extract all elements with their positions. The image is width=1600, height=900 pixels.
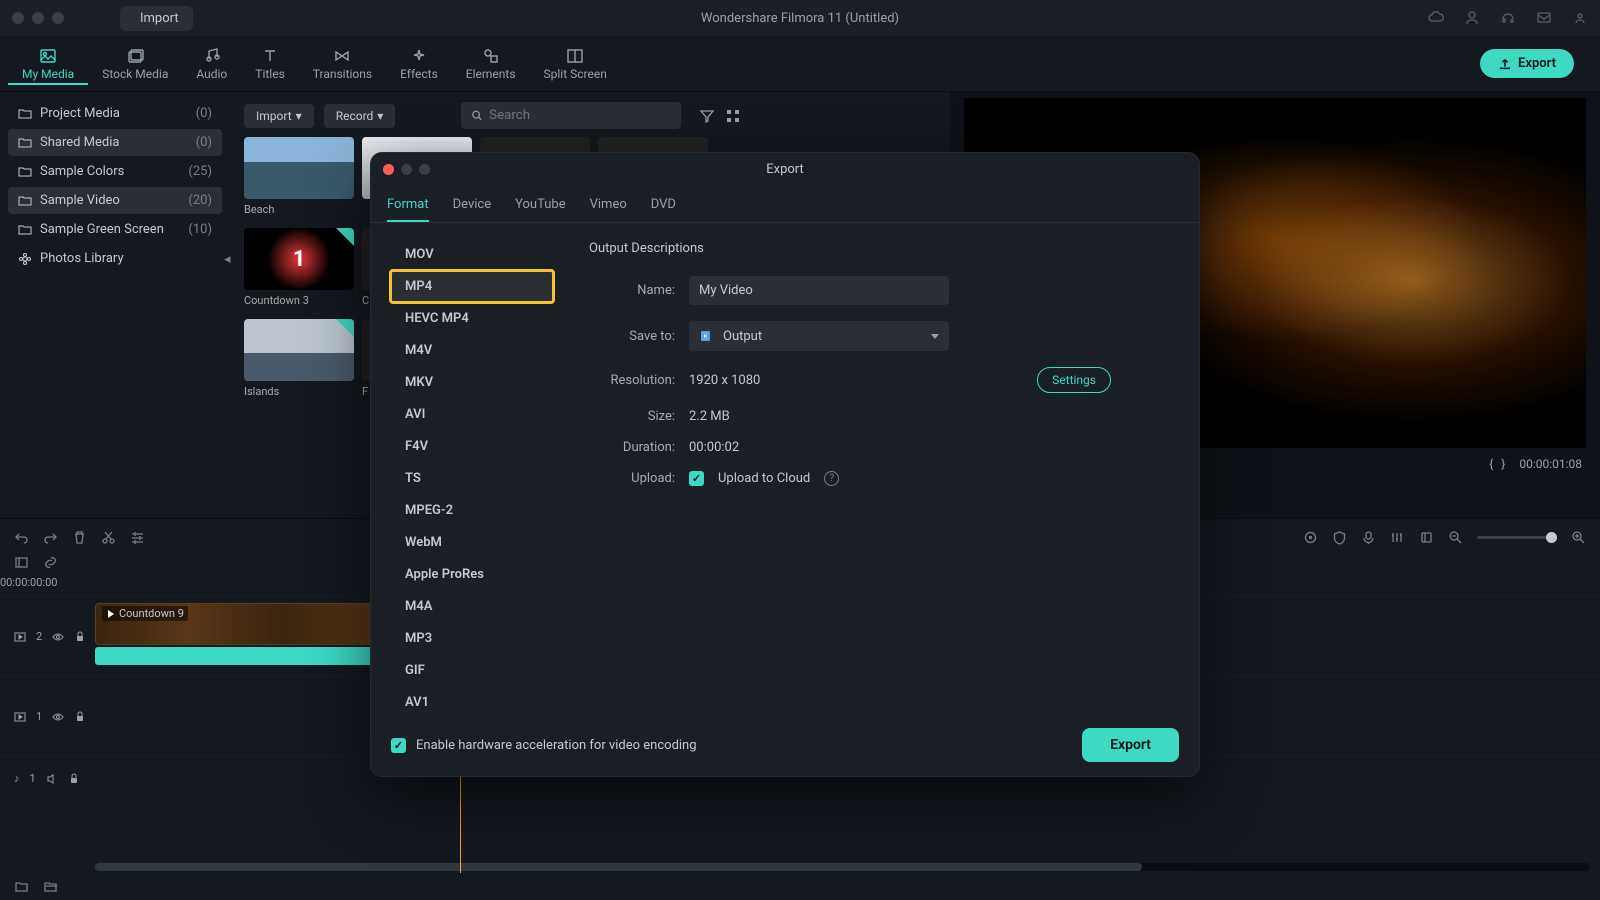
format-mov[interactable]: MOV (391, 239, 553, 270)
hwaccel-label: Enable hardware acceleration for video e… (416, 738, 697, 753)
export-confirm-button[interactable]: Export (1082, 728, 1179, 762)
modal-max-dot[interactable] (419, 164, 430, 175)
format-hevc[interactable]: HEVC MP4 (391, 303, 553, 334)
tab-youtube[interactable]: YouTube (515, 189, 566, 222)
format-list: MOV MP4 HEVC MP4 M4V MKV AVI F4V TS MPEG… (371, 223, 561, 714)
modal-min-dot[interactable] (401, 164, 412, 175)
row-name: Name: (589, 276, 1171, 305)
row-saveto: Save to: Output (589, 321, 1171, 351)
export-tabs: Format Device YouTube Vimeo DVD (371, 185, 1199, 223)
format-gif[interactable]: GIF (391, 655, 553, 686)
row-upload: Upload: Upload to Cloud ? (589, 471, 1171, 486)
format-m4v[interactable]: M4V (391, 335, 553, 366)
format-av1[interactable]: AV1 (391, 687, 553, 714)
format-mpeg2[interactable]: MPEG-2 (391, 495, 553, 526)
format-mp4[interactable]: MP4 (391, 271, 553, 302)
video-file-icon (699, 328, 715, 344)
format-webm[interactable]: WebM (391, 527, 553, 558)
format-ts[interactable]: TS (391, 463, 553, 494)
modal-close-dot[interactable] (383, 164, 394, 175)
tab-format[interactable]: Format (387, 189, 429, 222)
format-m4a[interactable]: M4A (391, 591, 553, 622)
export-dialog: Export Format Device YouTube Vimeo DVD M… (370, 152, 1200, 777)
format-avi[interactable]: AVI (391, 399, 553, 430)
info-icon[interactable]: ? (824, 471, 839, 486)
section-heading: Output Descriptions (589, 241, 1171, 256)
tab-vimeo[interactable]: Vimeo (590, 189, 627, 222)
modal-title: Export (766, 162, 804, 177)
modal-overlay: Export Format Device YouTube Vimeo DVD M… (0, 0, 1600, 900)
hwaccel-checkbox[interactable] (391, 738, 406, 753)
format-f4v[interactable]: F4V (391, 431, 553, 462)
format-mp3[interactable]: MP3 (391, 623, 553, 654)
tab-device[interactable]: Device (453, 189, 492, 222)
format-mkv[interactable]: MKV (391, 367, 553, 398)
modal-titlebar: Export (371, 153, 1199, 185)
modal-footer: Enable hardware acceleration for video e… (371, 714, 1199, 776)
tab-dvd[interactable]: DVD (651, 189, 676, 222)
upload-checkbox[interactable] (689, 471, 704, 486)
saveto-dropdown[interactable]: Output (689, 321, 949, 351)
format-prores[interactable]: Apple ProRes (391, 559, 553, 590)
name-input[interactable] (689, 276, 949, 305)
row-resolution: Resolution: 1920 x 1080 Settings (589, 367, 1171, 393)
output-settings: Output Descriptions Name: Save to: Outpu… (561, 223, 1199, 714)
settings-button[interactable]: Settings (1037, 367, 1111, 393)
row-duration: Duration: 00:00:02 (589, 440, 1171, 455)
modal-body: MOV MP4 HEVC MP4 M4V MKV AVI F4V TS MPEG… (371, 223, 1199, 714)
row-size: Size: 2.2 MB (589, 409, 1171, 424)
